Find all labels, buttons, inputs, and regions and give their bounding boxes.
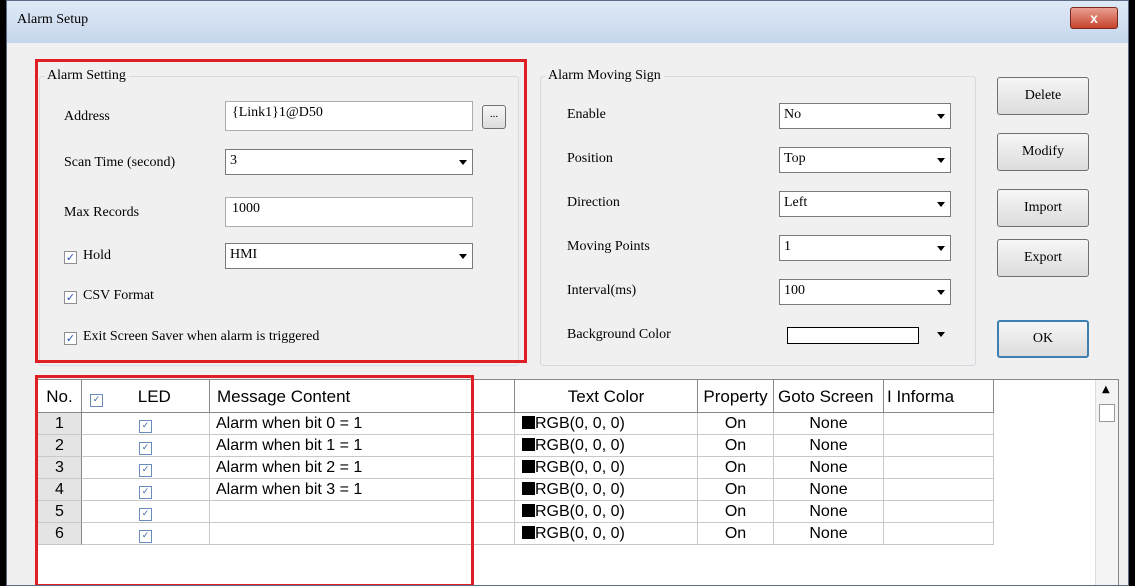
interval-label: Interval(ms) [567,283,637,298]
color-swatch [522,526,535,539]
moving-points-label: Moving Points [567,239,650,254]
title-bar: Alarm Setup x [7,1,1128,43]
import-button[interactable]: Import [997,189,1089,227]
information-cell[interactable] [884,457,994,479]
text-color-cell[interactable]: RGB(0, 0, 0) [515,413,698,435]
text-color-cell[interactable]: RGB(0, 0, 0) [515,501,698,523]
enable-select[interactable]: No [779,103,951,129]
color-swatch [522,416,535,429]
color-swatch [522,482,535,495]
information-cell[interactable] [884,413,994,435]
direction-select[interactable]: Left [779,191,951,217]
information-cell[interactable] [884,501,994,523]
property-cell[interactable]: On [698,501,774,523]
chevron-down-icon [937,246,945,251]
scroll-up-icon[interactable]: ▲ [1102,384,1110,395]
ok-button[interactable]: OK [997,320,1089,358]
column-header-information[interactable]: I Informa [884,380,994,413]
position-value: Top [784,151,806,166]
export-button[interactable]: Export [997,239,1089,277]
property-cell[interactable]: On [698,435,774,457]
moving-points-value: 1 [784,239,791,254]
column-header-text-color[interactable]: Text Color [515,380,698,413]
information-cell[interactable] [884,523,994,545]
column-header-property[interactable]: Property [698,380,774,413]
table-highlight [35,375,474,585]
enable-label: Enable [567,107,606,122]
text-color-cell[interactable]: RGB(0, 0, 0) [515,457,698,479]
close-button[interactable]: x [1070,7,1118,29]
interval-select[interactable]: 100 [779,279,951,305]
chevron-down-icon [937,202,945,207]
enable-value: No [784,107,802,122]
chevron-down-icon [937,290,945,295]
property-cell[interactable]: On [698,457,774,479]
column-header-goto-screen[interactable]: Goto Screen [774,380,884,413]
color-swatch [522,504,535,517]
text-color-value: RGB(0, 0, 0) [535,415,625,432]
modify-button[interactable]: Modify [997,133,1089,171]
moving-points-select[interactable]: 1 [779,235,951,261]
window-title: Alarm Setup [17,12,89,27]
text-color-cell[interactable]: RGB(0, 0, 0) [515,523,698,545]
position-select[interactable]: Top [779,147,951,173]
text-color-value: RGB(0, 0, 0) [535,459,625,476]
goto-screen-cell[interactable]: None [774,479,884,501]
interval-value: 100 [784,283,805,298]
alarm-setting-highlight [35,59,527,363]
delete-button[interactable]: Delete [997,77,1089,115]
direction-value: Left [784,195,808,210]
information-cell[interactable] [884,435,994,457]
background-color-label: Background Color [567,327,671,342]
text-color-cell[interactable]: RGB(0, 0, 0) [515,435,698,457]
text-color-value: RGB(0, 0, 0) [535,525,625,542]
alarm-moving-sign-title: Alarm Moving Sign [545,68,664,84]
information-cell[interactable] [884,479,994,501]
position-label: Position [567,151,613,166]
goto-screen-cell[interactable]: None [774,501,884,523]
chevron-down-icon [937,158,945,163]
background-color-swatch [787,327,919,344]
direction-label: Direction [567,195,620,210]
goto-screen-cell[interactable]: None [774,435,884,457]
goto-screen-cell[interactable]: None [774,457,884,479]
property-cell[interactable]: On [698,523,774,545]
vertical-scrollbar[interactable]: ▲ [1095,380,1118,585]
color-swatch [522,460,535,473]
alarm-setup-window: Alarm Setup x Alarm Setting Address {Lin… [6,0,1129,586]
goto-screen-cell[interactable]: None [774,523,884,545]
goto-screen-cell[interactable]: None [774,413,884,435]
text-color-cell[interactable]: RGB(0, 0, 0) [515,479,698,501]
text-color-value: RGB(0, 0, 0) [535,437,625,454]
property-cell[interactable]: On [698,413,774,435]
close-icon: x [1090,10,1098,26]
background-color-picker[interactable] [779,321,951,349]
text-color-value: RGB(0, 0, 0) [535,481,625,498]
chevron-down-icon [937,114,945,119]
text-color-value: RGB(0, 0, 0) [535,503,625,520]
property-cell[interactable]: On [698,479,774,501]
chevron-down-icon [937,332,945,337]
scroll-thumb[interactable] [1099,404,1115,422]
color-swatch [522,438,535,451]
